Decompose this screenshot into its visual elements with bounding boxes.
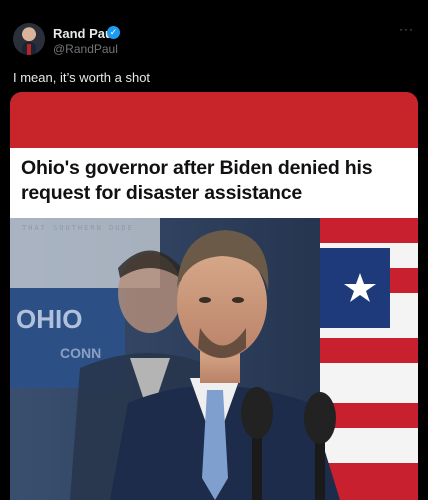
meme-headline: Ohio's governor after Biden denied his r…	[21, 157, 373, 204]
headline-box: Ohio's governor after Biden denied his r…	[10, 148, 418, 218]
more-options-icon[interactable]: ···	[399, 22, 414, 36]
avatar-tie	[27, 44, 31, 55]
ohio-sign-text: OHIO	[16, 304, 82, 334]
post-header: Rand Paul ✓ @RandPaul ···	[0, 0, 428, 64]
verified-badge-icon: ✓	[107, 26, 120, 39]
press-conference-photo: OHIO CONN	[10, 218, 418, 500]
post-image[interactable]: Ohio's governor after Biden denied his r…	[10, 92, 418, 500]
meme-credit: THAT SOUTHERN DUDE	[22, 224, 134, 232]
ohio-sign-subtext: CONN	[60, 345, 101, 361]
post-text: I mean, it’s worth a shot	[13, 70, 151, 85]
avatar[interactable]	[13, 23, 45, 55]
author-handle[interactable]: @RandPaul	[53, 42, 118, 56]
headline-banner	[10, 92, 418, 148]
